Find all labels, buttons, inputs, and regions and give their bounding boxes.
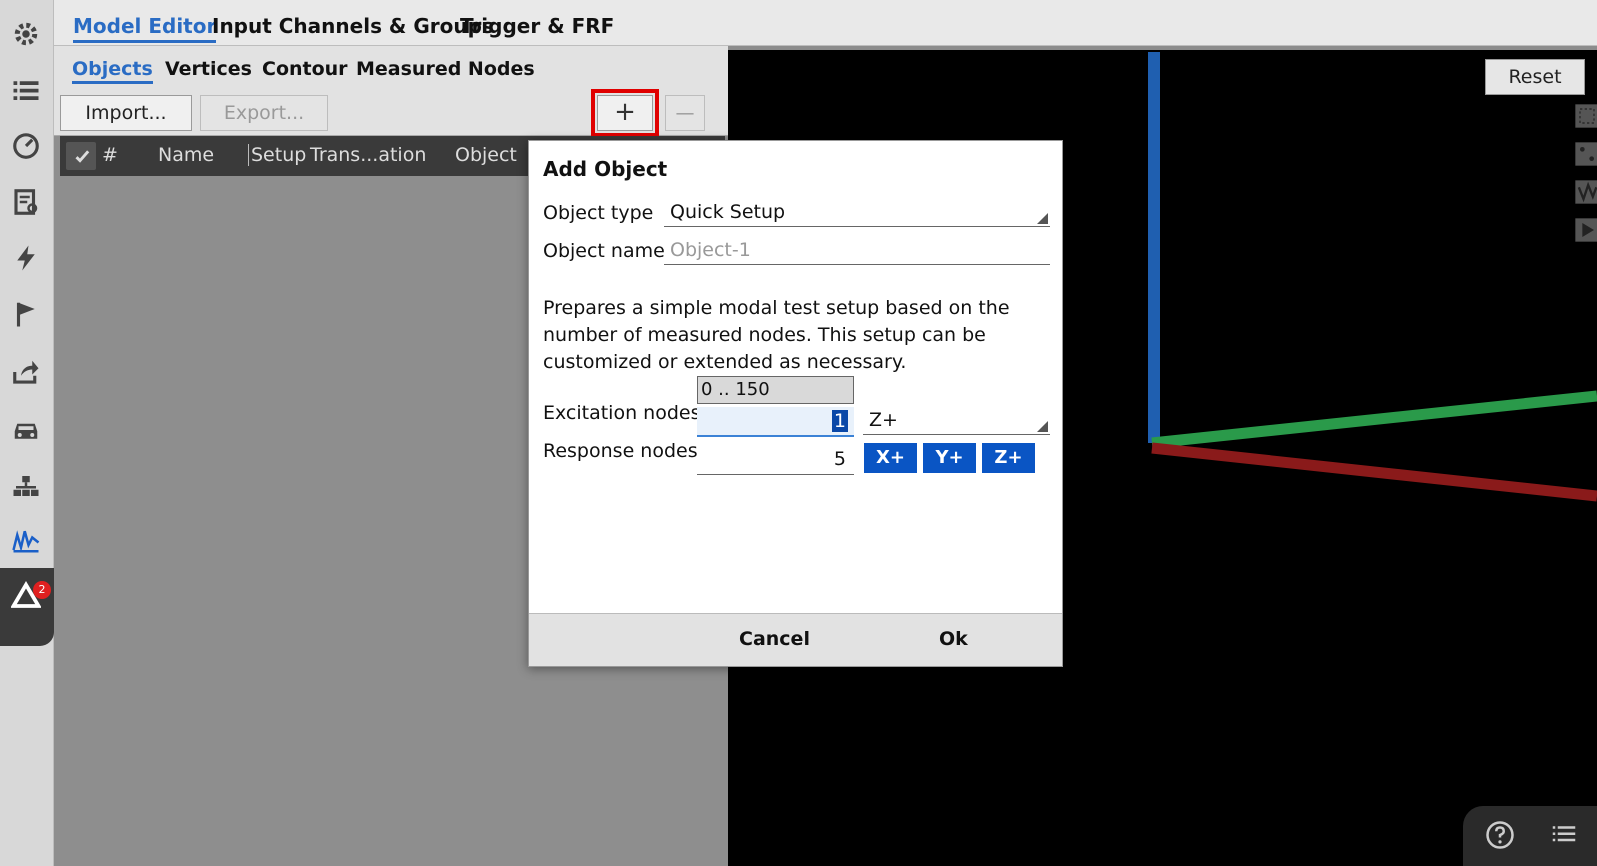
select-all-checkbox-icon[interactable] <box>66 142 96 170</box>
object-type-label: Object type <box>543 202 654 224</box>
cancel-button[interactable]: Cancel <box>739 628 810 650</box>
import-button[interactable]: Import... <box>60 95 192 131</box>
column-object[interactable]: Object <box>455 144 517 166</box>
flag-icon[interactable] <box>8 296 44 332</box>
tab-measured-nodes[interactable]: Measured Nodes <box>356 58 535 80</box>
range-tooltip: 0 .. 150 <box>697 376 854 404</box>
notification-badge: 2 <box>33 581 51 599</box>
add-object-dialog: Add Object Object type Quick Setup Objec… <box>528 140 1063 667</box>
tab-objects[interactable]: Objects <box>72 58 153 84</box>
fit-view-icon[interactable] <box>1573 102 1597 130</box>
tab-vertices[interactable]: Vertices <box>165 58 252 80</box>
response-y-button[interactable]: Y+ <box>923 443 976 473</box>
main-tab-bar: Model Editor Input Channels & Groups Tri… <box>54 0 1597 46</box>
object-name-label: Object name <box>543 240 665 262</box>
excitation-nodes-value: 1 <box>831 410 848 432</box>
viewport-bottom-bar <box>1463 806 1597 866</box>
hierarchy-icon[interactable] <box>8 468 44 504</box>
report-icon[interactable] <box>8 184 44 220</box>
tab-model-editor[interactable]: Model Editor <box>73 14 217 43</box>
dropdown-arrow-icon <box>1037 421 1048 432</box>
share-icon[interactable] <box>8 354 44 390</box>
help-icon[interactable] <box>1485 820 1515 850</box>
gear-icon[interactable] <box>8 16 44 52</box>
export-button[interactable]: Export... <box>200 95 328 131</box>
waveform-icon[interactable] <box>1573 178 1597 206</box>
left-icon-rail: 2 <box>0 0 54 866</box>
dialog-footer: Cancel Ok <box>529 613 1062 666</box>
object-type-dropdown[interactable]: Quick Setup <box>664 199 1050 227</box>
x-axis-line <box>1151 390 1597 449</box>
lightning-icon[interactable] <box>8 240 44 276</box>
response-x-button[interactable]: X+ <box>864 443 917 473</box>
dialog-title: Add Object <box>543 157 668 181</box>
add-object-button[interactable]: + <box>591 89 659 137</box>
excitation-direction-value: Z+ <box>869 409 898 431</box>
dialog-description: Prepares a simple modal test setup based… <box>543 297 1010 373</box>
remove-object-button[interactable]: — <box>665 95 705 131</box>
sub-tab-bar: Objects Vertices Contour Measured Nodes <box>54 46 728 90</box>
excitation-nodes-label: Excitation nodes <box>543 402 701 424</box>
column-transformation[interactable]: Trans...ation <box>310 144 426 166</box>
tab-input-channels-groups[interactable]: Input Channels & Groups <box>212 14 494 38</box>
z-axis-line <box>1151 442 1597 502</box>
response-nodes-label: Response nodes <box>543 440 698 462</box>
car-icon[interactable] <box>8 412 44 448</box>
ok-button[interactable]: Ok <box>939 628 968 650</box>
objects-toolbar: Import... Export... + — <box>54 89 728 137</box>
column-name[interactable]: Name <box>158 144 214 166</box>
tab-trigger-frf[interactable]: Trigger & FRF <box>460 14 614 38</box>
column-number[interactable]: # <box>102 144 118 166</box>
dropdown-arrow-icon <box>1037 213 1048 224</box>
response-z-button[interactable]: Z+ <box>982 443 1035 473</box>
excitation-nodes-input[interactable]: 1 <box>697 407 854 437</box>
menu-list-icon[interactable] <box>1549 820 1579 850</box>
list-icon[interactable] <box>8 72 44 108</box>
node-view-icon[interactable] <box>1573 140 1597 168</box>
object-type-value: Quick Setup <box>670 201 786 223</box>
gauge-icon[interactable] <box>8 128 44 164</box>
response-nodes-input[interactable]: 5 <box>697 445 854 475</box>
column-setup[interactable]: Setup <box>248 144 306 166</box>
tab-contour[interactable]: Contour <box>262 58 348 80</box>
excitation-direction-dropdown[interactable]: Z+ <box>863 407 1050 435</box>
play-animation-icon[interactable] <box>1573 216 1597 244</box>
modal-chart-icon[interactable] <box>8 522 44 558</box>
object-name-input[interactable]: Object-1 <box>664 237 1050 265</box>
reset-view-button[interactable]: Reset <box>1485 59 1585 95</box>
